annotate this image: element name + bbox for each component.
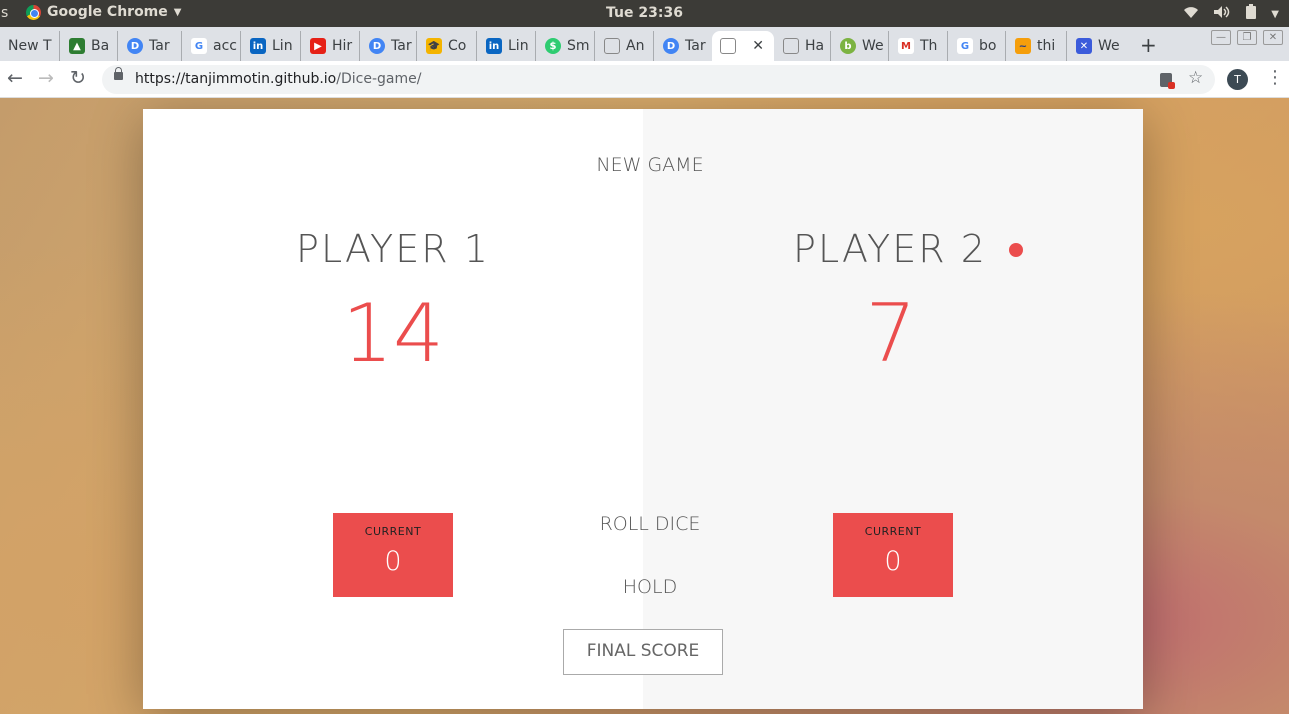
hold-button[interactable]: Hold	[150, 576, 1150, 598]
tab-0[interactable]: New T	[0, 31, 60, 61]
game-board: Player 1 14 Current 0 Player 2 7 Current…	[143, 109, 1143, 709]
tab-label: bo	[979, 38, 997, 54]
close-window-icon[interactable]: ✕	[1263, 30, 1283, 45]
os-top-bar: s Google Chrome ▼ Tue 23:36 ▼	[0, 0, 1289, 27]
tab-1[interactable]: ▲ Ba	[61, 31, 118, 61]
player-2-current-score: 0	[884, 546, 902, 577]
back-icon[interactable]: ←	[7, 67, 23, 89]
menu-kebab-icon[interactable]: ⋮	[1266, 67, 1284, 88]
blocked-content-icon[interactable]	[1160, 73, 1175, 89]
tab-label: Co	[448, 38, 467, 54]
tab-label: Th	[920, 38, 938, 54]
lock-icon[interactable]	[114, 67, 123, 80]
tab-label: Tar	[391, 38, 412, 54]
gmail-icon: M	[898, 38, 914, 54]
player-1-name: Player 1	[296, 227, 490, 271]
window-controls: — ❐ ✕	[1211, 30, 1283, 45]
page-background: Player 1 14 Current 0 Player 2 7 Current…	[0, 98, 1289, 714]
final-score-input[interactable]: Final score	[563, 629, 723, 675]
tab-label: Tar	[685, 38, 706, 54]
youtube-icon: ▶	[310, 38, 326, 54]
page-icon	[720, 38, 736, 54]
bookmark-star-icon[interactable]: ☆	[1188, 68, 1203, 88]
google-icon: G	[957, 38, 973, 54]
battery-icon	[1245, 4, 1257, 24]
player-2-name: Player 2	[793, 227, 987, 271]
player-2-panel: Player 2 7 Current 0	[643, 109, 1143, 709]
reload-icon[interactable]: ↻	[70, 67, 86, 89]
linkedin-icon: in	[486, 38, 502, 54]
tab-6[interactable]: D Tar	[361, 31, 417, 61]
clock[interactable]: Tue 23:36	[0, 5, 1289, 21]
puzzle-icon: ✕	[1076, 38, 1092, 54]
tab-10[interactable]: An	[596, 31, 654, 61]
profile-avatar[interactable]: T	[1227, 69, 1248, 90]
discord-icon: D	[127, 38, 143, 54]
tab-label: We	[862, 38, 884, 54]
discord-icon: D	[663, 38, 679, 54]
tab-label: New T	[8, 38, 52, 54]
tab-8[interactable]: in Lin	[478, 31, 536, 61]
tab-label: Lin	[272, 38, 293, 54]
tab-9[interactable]: $ Sm	[537, 31, 595, 61]
tab-label: Ha	[805, 38, 825, 54]
dollar-icon: $	[545, 38, 561, 54]
graduation-cap-icon: 🎓	[426, 38, 442, 54]
system-tray[interactable]: ▼	[1183, 4, 1279, 24]
player-1-score: 14	[342, 287, 444, 380]
tab-label: Ba	[91, 38, 110, 54]
page-icon	[604, 38, 620, 54]
active-player-dot	[1009, 243, 1023, 257]
tab-16[interactable]: Gbo	[949, 31, 1006, 61]
player-1-current-score: 0	[384, 546, 402, 577]
address-bar[interactable]: https://tanjimmotin.github.io/Dice-game/	[102, 65, 1215, 94]
tab-14[interactable]: b We	[832, 31, 889, 61]
tab-label: Lin	[508, 38, 529, 54]
tab-strip: New T ▲ Ba D Tar Gacc in Lin ▶ Hir D Tar 🎓 Co …	[0, 27, 1289, 61]
new-tab-button[interactable]: +	[1140, 33, 1157, 57]
system-menu-chevron-icon: ▼	[1271, 8, 1279, 20]
browser-toolbar: ← → ↻ https://tanjimmotin.github.io/Dice…	[0, 61, 1289, 98]
url-path: /Dice-game/	[336, 71, 422, 87]
url-host: https://tanjimmotin.github.io	[135, 71, 337, 87]
tab-4[interactable]: in Lin	[242, 31, 301, 61]
tab-3[interactable]: Gacc	[183, 31, 241, 61]
close-tab-icon[interactable]: ✕	[752, 38, 764, 54]
tab-label: Sm	[567, 38, 590, 54]
volume-icon	[1213, 5, 1231, 23]
minimize-icon[interactable]: —	[1211, 30, 1231, 45]
android-icon: ▲	[69, 38, 85, 54]
tab-label: acc	[213, 38, 237, 54]
tab-13[interactable]: Ha	[775, 31, 831, 61]
wave-icon: ~	[1015, 38, 1031, 54]
tab-2[interactable]: D Tar	[119, 31, 182, 61]
tab-18[interactable]: ✕ We	[1068, 31, 1126, 61]
tab-11[interactable]: D Tar	[655, 31, 711, 61]
page-icon	[783, 38, 799, 54]
tab-17[interactable]: ~ thi	[1007, 31, 1067, 61]
player-1-panel: Player 1 14 Current 0	[143, 109, 643, 709]
tab-label: Tar	[149, 38, 170, 54]
tab-label: We	[1098, 38, 1120, 54]
tab-5[interactable]: ▶ Hir	[302, 31, 360, 61]
tab-label: thi	[1037, 38, 1056, 54]
tab-15[interactable]: M Th	[890, 31, 948, 61]
url-text[interactable]: https://tanjimmotin.github.io/Dice-game/	[135, 71, 421, 87]
tab-label: Hir	[332, 38, 353, 54]
roll-dice-button[interactable]: Roll dice	[150, 513, 1150, 535]
google-icon: G	[191, 38, 207, 54]
tab-label: An	[626, 38, 645, 54]
new-game-button[interactable]: New game	[150, 154, 1150, 176]
tab-active[interactable]: ✕	[712, 31, 774, 61]
greenleaf-icon: b	[840, 38, 856, 54]
player-2-score: 7	[865, 287, 917, 380]
tab-7[interactable]: 🎓 Co	[418, 31, 477, 61]
forward-icon[interactable]: →	[38, 67, 54, 89]
discord-icon: D	[369, 38, 385, 54]
wifi-icon	[1183, 6, 1199, 23]
maximize-icon[interactable]: ❐	[1237, 30, 1257, 45]
linkedin-icon: in	[250, 38, 266, 54]
